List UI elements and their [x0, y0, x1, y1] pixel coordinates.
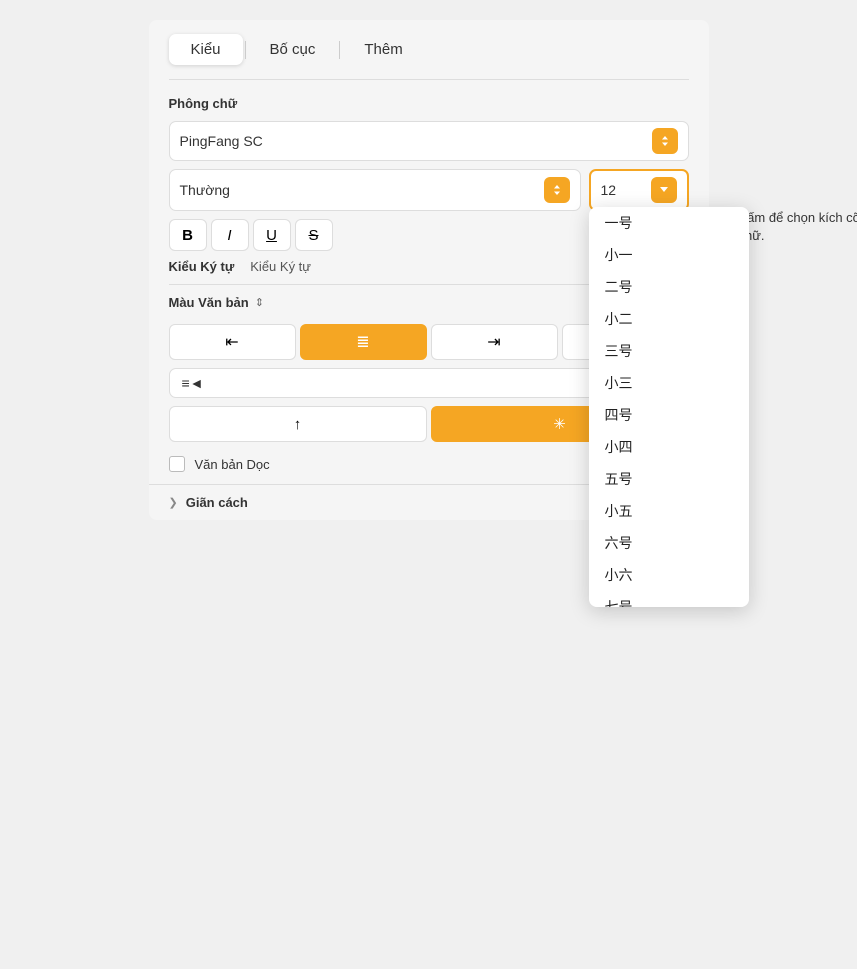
font-size-callout: Bấm để chọn kích cỡ phông chữ. [739, 209, 857, 245]
font-name-dropdown-btn[interactable] [652, 128, 678, 154]
panel: Kiểu Bố cục Thêm Phông chữ PingFang SC T… [149, 20, 709, 520]
size-item-sihao[interactable]: 四号 [589, 399, 749, 431]
gian-cach-chevron-icon: ❯ [169, 496, 178, 509]
tab-divider-2 [339, 41, 340, 59]
style-chevron-updown-icon [551, 183, 563, 197]
char-style-value[interactable]: Kiểu Ký tự [250, 259, 311, 274]
font-size-value: 12 [601, 182, 651, 198]
tabs-container: Kiểu Bố cục Thêm [149, 20, 709, 65]
font-style-dropdown-btn[interactable] [544, 177, 570, 203]
tab-kieu[interactable]: Kiểu [169, 34, 243, 65]
font-size-list[interactable]: 一号 小一 二号 小二 三号 小三 四号 小四 五号 小五 六号 小六 七号 八… [589, 207, 749, 607]
strikethrough-button[interactable]: S [295, 219, 333, 251]
font-name-row[interactable]: PingFang SC [169, 121, 689, 161]
vert-align-top-button[interactable]: ↑ [169, 406, 427, 442]
size-item-sanhao[interactable]: 三号 [589, 335, 749, 367]
font-section: Phông chữ PingFang SC Thường [149, 80, 709, 472]
font-style-dropdown[interactable]: Thường [169, 169, 581, 211]
font-size-dropdown[interactable]: 12 [589, 169, 689, 211]
vertical-text-checkbox[interactable] [169, 456, 185, 472]
bold-button[interactable]: B [169, 219, 207, 251]
font-style-value: Thường [180, 182, 544, 198]
style-size-row: Thường 12 [169, 169, 689, 211]
size-item-xiaowu[interactable]: 小五 [589, 495, 749, 527]
align-right-icon: ⇥ [487, 332, 500, 352]
size-item-erhao[interactable]: 二号 [589, 271, 749, 303]
size-item-yihao[interactable]: 一号 [589, 207, 749, 239]
vert-center-icon: ✳ [553, 415, 566, 433]
align-center-button[interactable]: ≣ [300, 324, 427, 360]
font-name-value: PingFang SC [180, 133, 652, 149]
tab-divider-1 [245, 41, 246, 59]
vert-top-icon: ↑ [294, 416, 302, 433]
tab-them[interactable]: Thêm [342, 34, 424, 65]
underline-button[interactable]: U [253, 219, 291, 251]
size-item-xiaoliu[interactable]: 小六 [589, 559, 749, 591]
size-chevron-down-icon [658, 183, 670, 197]
char-style-label: Kiểu Ký tự [169, 259, 235, 274]
size-item-wuhao[interactable]: 五号 [589, 463, 749, 495]
chevron-updown-icon [659, 134, 671, 148]
indent-icon: ≡◄ [182, 375, 204, 391]
size-item-xiaoer[interactable]: 小二 [589, 303, 749, 335]
text-color-chevron-icon: ⇕ [255, 296, 264, 309]
font-size-dropdown-btn[interactable] [651, 177, 677, 203]
gian-cach-label: Giãn cách [186, 495, 248, 510]
align-right-button[interactable]: ⇥ [431, 324, 558, 360]
vertical-text-label: Văn bản Dọc [195, 457, 270, 472]
font-size-container: 12 一号 小一 二号 小二 三号 小三 四号 小四 [589, 169, 689, 211]
size-item-liuhao[interactable]: 六号 [589, 527, 749, 559]
font-section-label: Phông chữ [169, 96, 689, 111]
italic-button[interactable]: I [211, 219, 249, 251]
size-item-qihao[interactable]: 七号 [589, 591, 749, 607]
text-color-label: Màu Văn bản [169, 295, 249, 310]
align-left-icon: ⇤ [225, 332, 238, 352]
size-item-xiaosi[interactable]: 小四 [589, 431, 749, 463]
size-item-xiaosan[interactable]: 小三 [589, 367, 749, 399]
align-left-button[interactable]: ⇤ [169, 324, 296, 360]
align-center-icon: ≣ [356, 332, 369, 352]
tab-bocuc[interactable]: Bố cục [248, 34, 338, 65]
size-item-xiaoyi[interactable]: 小一 [589, 239, 749, 271]
